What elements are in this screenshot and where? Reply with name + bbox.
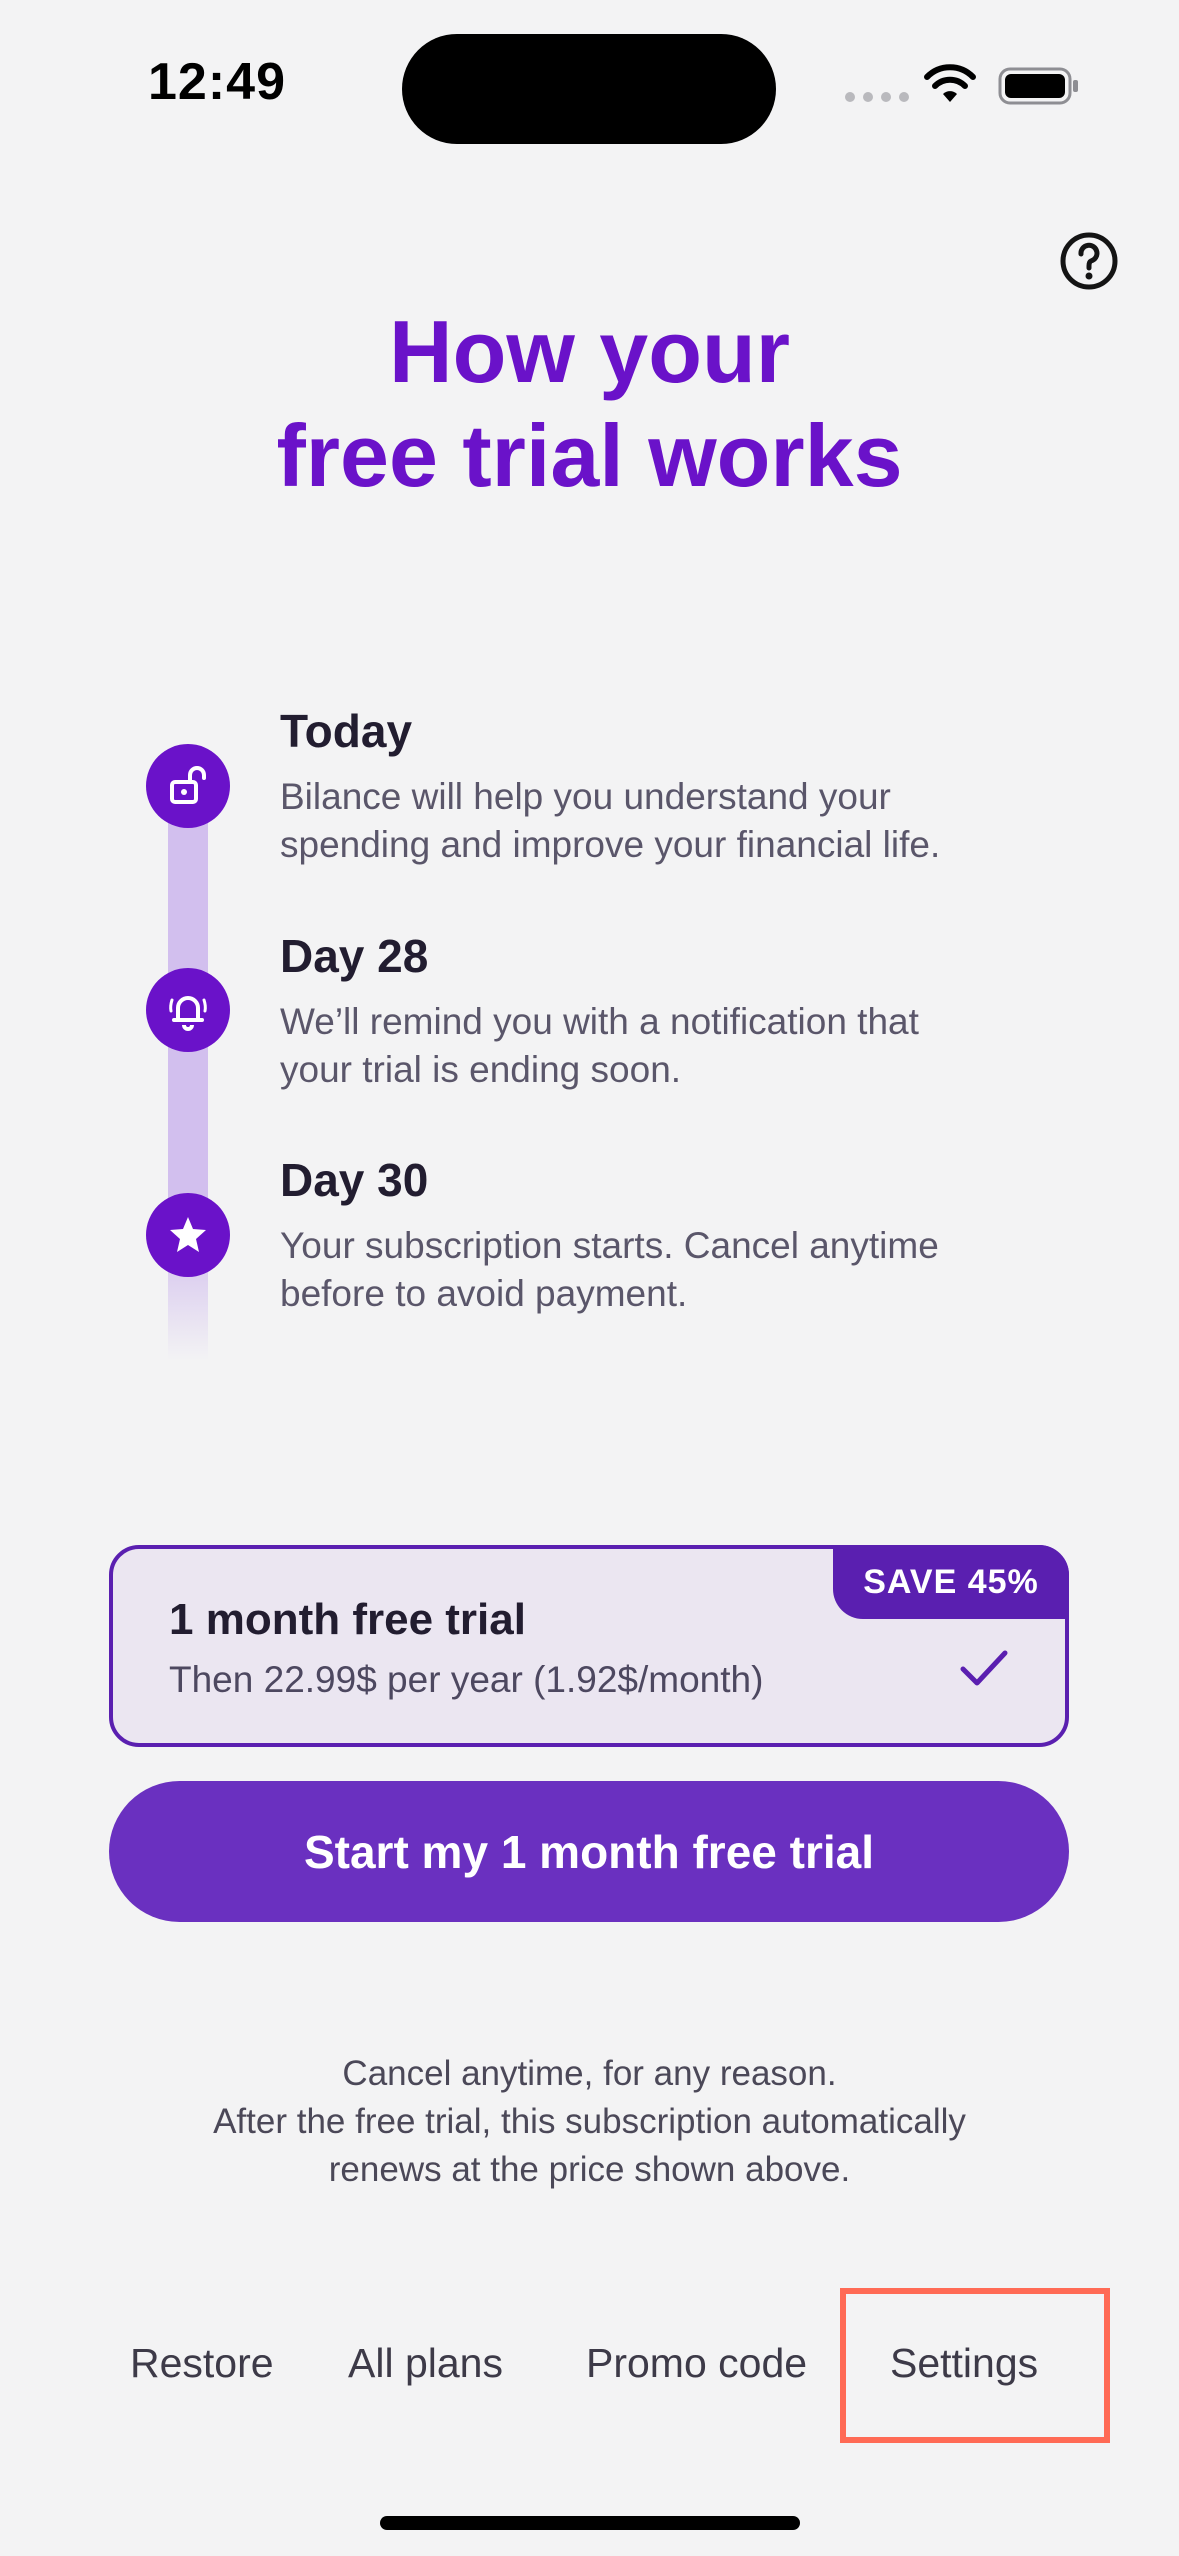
terms-text: Cancel anytime, for any reason. After th… [213,2054,966,2189]
status-time: 12:49 [148,53,286,111]
star-icon [146,1193,230,1277]
plan-title: 1 month free trial [169,1595,526,1644]
unlock-icon [146,744,230,828]
dynamic-island [402,34,776,144]
step-title-day-28: Day 28 [280,930,429,982]
checkmark-icon [960,1650,1008,1686]
restore-link[interactable]: Restore [130,2340,274,2387]
plan-card-monthly-trial[interactable]: SAVE 45% 1 month free trial Then 22.99$ … [109,1545,1069,1747]
promo-code-link[interactable]: Promo code [586,2340,807,2387]
cellular-signal-icon [845,92,909,102]
question-circle-icon[interactable] [1060,232,1118,290]
step-title-day-30: Day 30 [280,1154,429,1206]
battery-icon [998,67,1078,105]
page-title-line2: free trial works [276,406,903,505]
page-title: How your free trial works [0,300,1179,508]
step-title-today: Today [280,705,413,757]
step-description-today: Bilance will help you understand your sp… [280,776,941,865]
save-badge: SAVE 45% [833,1545,1069,1619]
step-description-day-28: We’ll remind you with a notification tha… [280,1001,919,1090]
all-plans-link[interactable]: All plans [348,2340,503,2387]
bell-icon [146,968,230,1052]
wifi-icon [924,64,976,102]
home-indicator [380,2516,800,2530]
plan-price: Then 22.99$ per year (1.92$/month) [169,1659,764,1700]
settings-highlight-box [840,2288,1110,2443]
page-title-line1: How your [389,302,790,401]
step-description-day-30: Your subscription starts. Cancel anytime… [280,1225,939,1314]
start-trial-button[interactable]: Start my 1 month free trial [109,1781,1069,1922]
